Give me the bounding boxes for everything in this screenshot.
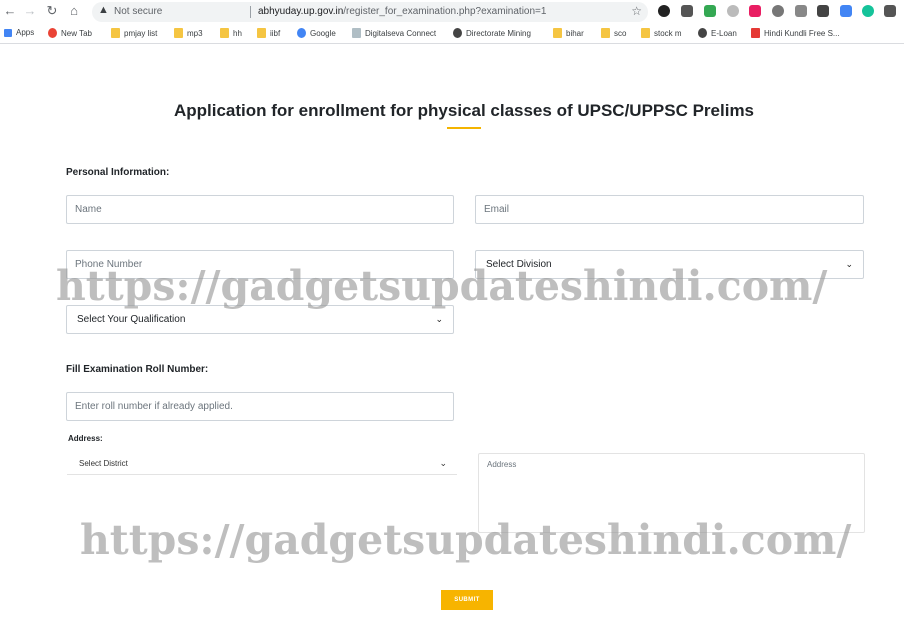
- bookmark-label: stock m: [654, 28, 682, 38]
- extension-pen-icon[interactable]: [817, 5, 829, 17]
- extension-dark-icon[interactable]: [658, 5, 670, 17]
- google-icon: [297, 28, 306, 38]
- extension-image-icon[interactable]: [681, 5, 693, 17]
- bookmark-label: Digitalseva Connect: [365, 28, 437, 38]
- url-path: /register_for_examination.php?examinatio…: [343, 6, 547, 17]
- chevron-down-icon: ⌄: [435, 314, 443, 324]
- reload-icon[interactable]: ↻: [44, 3, 60, 19]
- title-underline: [447, 127, 481, 129]
- new-tab-icon: [48, 28, 57, 38]
- qualification-select[interactable]: Select Your Qualification ⌄: [66, 305, 454, 334]
- division-select-value: Select Division: [486, 259, 552, 270]
- bookmark-label: E-Loan: [711, 28, 737, 38]
- district-select-value: Select District: [79, 459, 128, 468]
- folder-icon: [553, 28, 562, 38]
- back-icon[interactable]: ←: [2, 3, 18, 19]
- bookmark-new-tab[interactable]: New Tab: [48, 28, 92, 38]
- bookmarks-bar: Apps New Tab pmjay list mp3 hh iibf Goog…: [0, 24, 904, 44]
- address-textarea[interactable]: [478, 453, 865, 533]
- url-text: abhyuday.up.gov.in/register_for_examinat…: [258, 6, 546, 17]
- bookmark-bihar[interactable]: bihar: [553, 28, 584, 38]
- apps-grid-icon: [4, 28, 12, 37]
- extension-wordpress-icon[interactable]: [772, 5, 784, 17]
- folder-icon: [111, 28, 120, 38]
- folder-icon: [174, 28, 183, 38]
- extension-green-icon[interactable]: [704, 5, 716, 17]
- bookmark-hindi-kundli[interactable]: Hindi Kundli Free S...: [751, 28, 840, 38]
- extension-a-icon[interactable]: [749, 5, 761, 17]
- bookmark-label: pmjay list: [124, 28, 158, 38]
- bookmark-directorate-mining[interactable]: Directorate Mining: [453, 28, 531, 38]
- phone-input[interactable]: [66, 250, 454, 279]
- home-icon[interactable]: ⌂: [66, 3, 82, 19]
- globe-icon: [698, 28, 707, 38]
- address-bar[interactable]: ▲ Not secure abhyuday.up.gov.in/register…: [92, 2, 648, 22]
- bookmark-label: sco: [614, 28, 627, 38]
- bookmark-google[interactable]: Google: [297, 28, 336, 38]
- bookmark-digitalseva[interactable]: Digitalseva Connect: [352, 28, 436, 38]
- kundli-icon: [751, 28, 760, 38]
- folder-icon: [641, 28, 650, 38]
- bookmark-hh[interactable]: hh: [220, 28, 242, 38]
- chevron-down-icon: ⌄: [845, 259, 853, 269]
- globe-icon: [453, 28, 462, 38]
- bookmark-sco[interactable]: sco: [601, 28, 626, 38]
- folder-icon: [220, 28, 229, 38]
- bookmark-label: bihar: [566, 28, 584, 38]
- roll-number-heading: Fill Examination Roll Number:: [66, 364, 209, 375]
- forward-icon[interactable]: →: [22, 3, 38, 19]
- bookmark-star-icon[interactable]: ☆: [631, 4, 642, 18]
- folder-icon: [601, 28, 610, 38]
- personal-info-heading: Personal Information:: [66, 167, 170, 178]
- bookmark-label: mp3: [187, 28, 203, 38]
- registration-page: Application for enrollment for physical …: [0, 57, 904, 621]
- bookmark-label: Hindi Kundli Free S...: [764, 28, 840, 38]
- bookmark-label: hh: [233, 28, 242, 38]
- bookmark-label: Apps: [16, 28, 35, 37]
- bookmark-label: New Tab: [61, 28, 92, 38]
- omnibox-divider: [250, 6, 251, 18]
- extension-cloud-icon[interactable]: [727, 5, 739, 17]
- warning-icon: ▲: [98, 4, 109, 16]
- page-title: Application for enrollment for physical …: [173, 101, 755, 120]
- address-heading: Address:: [68, 434, 103, 443]
- email-input[interactable]: [475, 195, 864, 224]
- bookmark-pmjay[interactable]: pmjay list: [111, 28, 157, 38]
- bookmark-iibf[interactable]: iibf: [257, 28, 280, 38]
- grammarly-icon[interactable]: [862, 5, 874, 17]
- bookmark-mp3[interactable]: mp3: [174, 28, 203, 38]
- division-select[interactable]: Select Division ⌄: [475, 250, 864, 279]
- puzzle-icon[interactable]: [884, 5, 896, 17]
- bookmark-stock-m[interactable]: stock m: [641, 28, 682, 38]
- district-select[interactable]: Select District ⌄: [67, 453, 457, 475]
- roll-number-input[interactable]: [66, 392, 454, 421]
- folder-icon: [257, 28, 266, 38]
- qualification-select-value: Select Your Qualification: [77, 314, 186, 325]
- url-host: abhyuday.up.gov.in: [258, 6, 344, 17]
- name-input[interactable]: [66, 195, 454, 224]
- bookmark-apps[interactable]: Apps: [4, 28, 34, 37]
- bookmark-label: Directorate Mining: [466, 28, 531, 38]
- submit-button[interactable]: SUBMIT: [441, 590, 493, 610]
- bookmark-label: Google: [310, 28, 336, 38]
- extension-save-icon[interactable]: [840, 5, 852, 17]
- chevron-down-icon: ⌄: [439, 458, 447, 468]
- bookmark-label: iibf: [270, 28, 281, 38]
- bookmark-e-loan[interactable]: E-Loan: [698, 28, 737, 38]
- page-icon: [352, 28, 361, 38]
- security-label: Not secure: [114, 6, 163, 17]
- extension-window-icon[interactable]: [795, 5, 807, 17]
- browser-toolbar: ← → ↻ ⌂ ▲ Not secure abhyuday.up.gov.in/…: [0, 0, 904, 24]
